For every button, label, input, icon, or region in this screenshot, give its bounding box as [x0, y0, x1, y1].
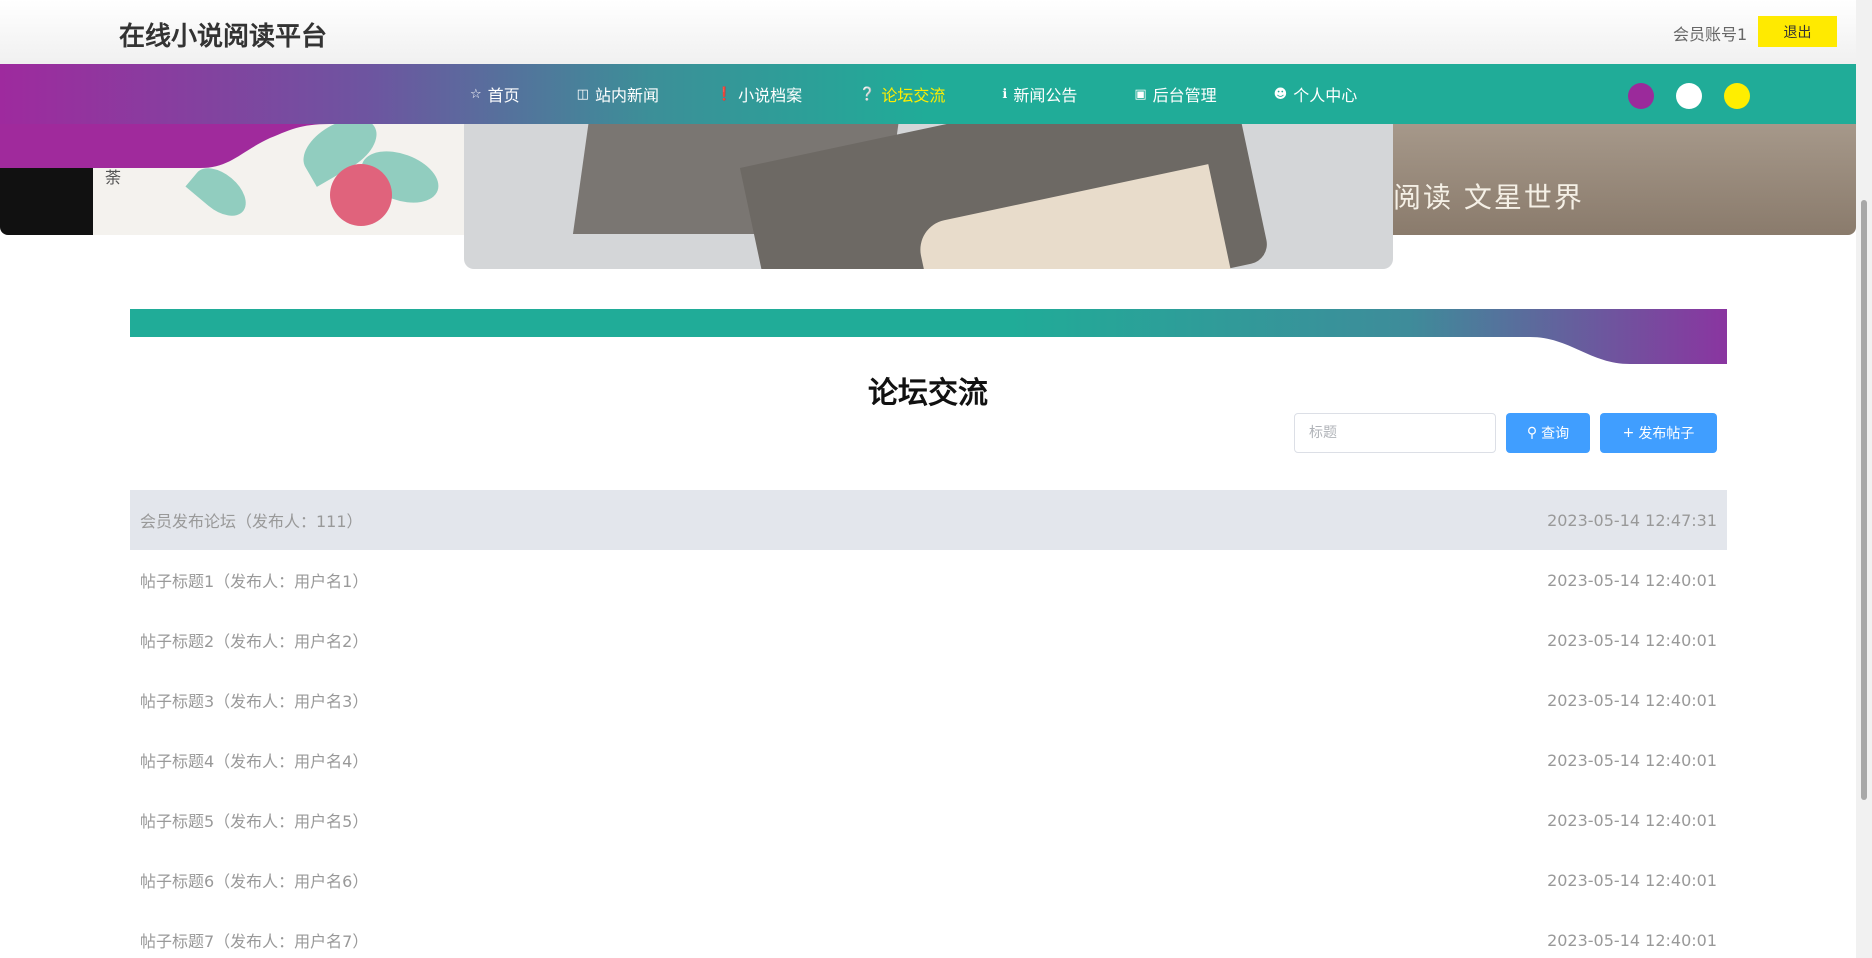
- post-time: 2023-05-14 12:47:31: [1547, 510, 1717, 530]
- page-scrollbar[interactable]: [1856, 0, 1872, 958]
- nav-item-news[interactable]: ◫ 站内新闻: [577, 82, 659, 106]
- scrollbar-thumb[interactable]: [1861, 200, 1867, 800]
- nav-item-novel-archive[interactable]: ❗ 小说档案: [716, 82, 802, 106]
- post-time: 2023-05-14 12:40:01: [1547, 630, 1717, 650]
- page-title: 论坛交流: [868, 376, 988, 411]
- post-title: 帖子标题2（发布人：用户名2）: [140, 632, 369, 651]
- plus-icon: +: [1622, 425, 1635, 441]
- list-item[interactable]: 帖子标题6（发布人：用户名6） 2023-05-14 12:40:01: [130, 850, 1727, 910]
- post-title: 帖子标题3（发布人：用户名3）: [140, 692, 369, 711]
- theme-swatch-purple[interactable]: [1628, 83, 1654, 109]
- post-time: 2023-05-14 12:40:01: [1547, 810, 1717, 830]
- theme-switcher: [1628, 83, 1750, 109]
- nav-item-announcements[interactable]: ℹ 新闻公告: [1002, 82, 1077, 106]
- bag-icon: ◫: [576, 86, 589, 102]
- query-button[interactable]: ⚲ 查询: [1506, 413, 1590, 453]
- forum-post-list: 会员发布论坛（发布人：111） 2023-05-14 12:47:31 帖子标题…: [130, 490, 1727, 958]
- title-search-input[interactable]: [1294, 413, 1496, 453]
- post-time: 2023-05-14 12:40:01: [1547, 870, 1717, 890]
- site-title: 在线小说阅读平台: [119, 22, 328, 52]
- post-title: 会员发布论坛（发布人：111）: [140, 512, 363, 531]
- nav-item-forum[interactable]: ❔ 论坛交流: [859, 82, 945, 106]
- nav-items: ☆ 首页 ◫ 站内新闻 ❗ 小说档案 ❔ 论坛交流 ℹ 新闻公告 ▣ 后台管理: [470, 64, 1414, 124]
- list-item[interactable]: 帖子标题4（发布人：用户名4） 2023-05-14 12:40:01: [130, 730, 1727, 790]
- question-icon: ❔: [859, 86, 876, 102]
- query-button-label: 查询: [1541, 426, 1570, 442]
- nav-item-label: 首页: [487, 86, 520, 105]
- theme-swatch-white[interactable]: [1676, 83, 1702, 109]
- star-icon: ☆: [470, 86, 482, 102]
- page: 在线小说阅读平台 会员账号1 退出 荼 阅读 文星世界 ☆ 首页 ◫ 站内新闻 …: [0, 0, 1872, 958]
- search-icon: ⚲: [1526, 425, 1538, 441]
- list-item[interactable]: 帖子标题5（发布人：用户名5） 2023-05-14 12:40:01: [130, 790, 1727, 850]
- post-time: 2023-05-14 12:40:01: [1547, 930, 1717, 950]
- list-item[interactable]: 会员发布论坛（发布人：111） 2023-05-14 12:47:31: [130, 490, 1727, 550]
- top-header: 在线小说阅读平台 会员账号1 退出: [0, 0, 1856, 64]
- main-nav: ☆ 首页 ◫ 站内新闻 ❗ 小说档案 ❔ 论坛交流 ℹ 新闻公告 ▣ 后台管理: [0, 64, 1856, 124]
- briefcase-icon: ▣: [1134, 86, 1147, 102]
- nav-item-label: 新闻公告: [1013, 86, 1078, 105]
- post-title: 帖子标题7（发布人：用户名7）: [140, 932, 369, 951]
- nav-item-label: 论坛交流: [881, 86, 946, 105]
- post-title: 帖子标题5（发布人：用户名5）: [140, 812, 369, 831]
- nav-item-label: 站内新闻: [594, 86, 659, 105]
- info-icon: ❗: [715, 86, 733, 102]
- post-time: 2023-05-14 12:40:01: [1547, 690, 1717, 710]
- publish-post-label: 发布帖子: [1638, 426, 1695, 442]
- post-title: 帖子标题4（发布人：用户名4）: [140, 752, 369, 771]
- publish-post-button[interactable]: + 发布帖子: [1600, 413, 1717, 453]
- section-header-band: [130, 309, 1727, 364]
- info-circle-icon: ℹ: [1002, 86, 1008, 102]
- nav-item-home[interactable]: ☆ 首页: [470, 82, 520, 106]
- post-time: 2023-05-14 12:40:01: [1547, 570, 1717, 590]
- nav-item-admin[interactable]: ▣ 后台管理: [1134, 82, 1216, 106]
- logout-button[interactable]: 退出: [1758, 16, 1837, 47]
- post-title: 帖子标题1（发布人：用户名1）: [140, 572, 369, 591]
- theme-swatch-yellow[interactable]: [1724, 83, 1750, 109]
- nav-item-profile[interactable]: ☻ 个人中心: [1274, 82, 1358, 106]
- user-icon: ☻: [1273, 86, 1288, 102]
- nav-item-label: 个人中心: [1293, 86, 1358, 105]
- banner-right-text: 阅读 文星世界: [1393, 181, 1584, 214]
- list-item[interactable]: 帖子标题2（发布人：用户名2） 2023-05-14 12:40:01: [130, 610, 1727, 670]
- post-time: 2023-05-14 12:40:01: [1547, 750, 1717, 770]
- lotus-image: [330, 164, 392, 226]
- account-name: 会员账号1: [1673, 25, 1748, 44]
- nav-item-label: 后台管理: [1152, 86, 1217, 105]
- list-item[interactable]: 帖子标题7（发布人：用户名7） 2023-05-14 12:40:01: [130, 910, 1727, 958]
- nav-item-label: 小说档案: [738, 86, 803, 105]
- nav-decoration: [0, 124, 464, 168]
- post-title: 帖子标题6（发布人：用户名6）: [140, 872, 369, 891]
- list-item[interactable]: 帖子标题1（发布人：用户名1） 2023-05-14 12:40:01: [130, 550, 1727, 610]
- list-item[interactable]: 帖子标题3（发布人：用户名3） 2023-05-14 12:40:01: [130, 670, 1727, 730]
